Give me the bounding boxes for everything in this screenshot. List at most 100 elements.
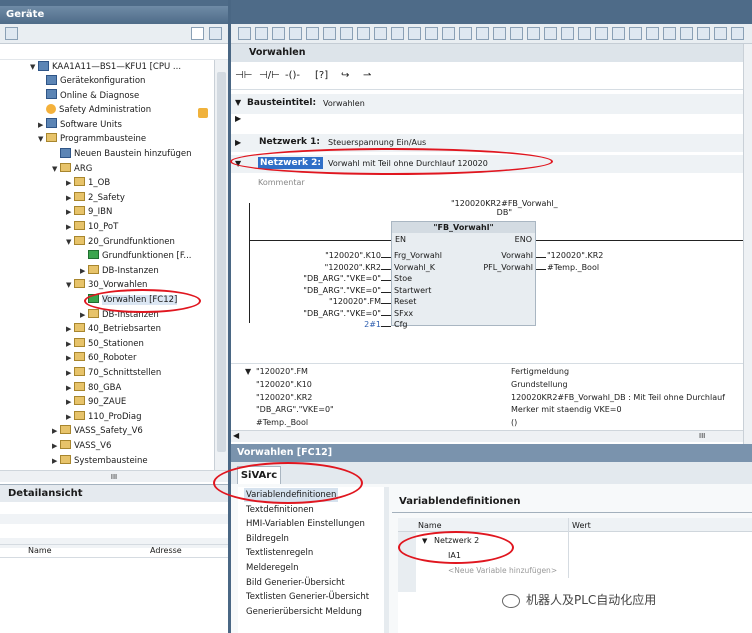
input-operand[interactable]: "120020".K10 bbox=[325, 251, 381, 260]
toolbar-icon[interactable] bbox=[391, 27, 404, 40]
add-variable[interactable]: <Neue Variable hinzufügen> bbox=[448, 566, 557, 575]
expand-n1-icon[interactable]: ▶ bbox=[235, 138, 241, 147]
col-name[interactable]: Name bbox=[28, 546, 52, 555]
expand-arrow-icon[interactable]: ▶ bbox=[52, 424, 60, 438]
toolbar-icon[interactable] bbox=[238, 27, 251, 40]
toolbar-icon[interactable] bbox=[442, 27, 455, 40]
tree-item[interactable]: ▶ VASS_V6 bbox=[52, 439, 111, 453]
toolbar-icon[interactable] bbox=[680, 27, 693, 40]
device-icon[interactable] bbox=[5, 27, 18, 40]
tree-item[interactable]: ▼ Programmbausteine bbox=[38, 132, 146, 146]
toolbar-icon[interactable] bbox=[510, 27, 523, 40]
toolbar-icon[interactable] bbox=[459, 27, 472, 40]
toolbar-icon[interactable] bbox=[731, 27, 744, 40]
expand-arrow-icon[interactable]: ▶ bbox=[66, 381, 74, 395]
toolbar-icon[interactable] bbox=[306, 27, 319, 40]
toolbar-icon[interactable] bbox=[595, 27, 608, 40]
input-operand[interactable]: "DB_ARG"."VKE=0" bbox=[303, 274, 381, 283]
sivarc-list-item[interactable]: Melderegeln bbox=[244, 561, 300, 575]
tree-item[interactable]: ▶ 110_ProDiag bbox=[66, 410, 141, 424]
toolbar-icon[interactable] bbox=[714, 27, 727, 40]
expand-arrow-icon[interactable]: ▶ bbox=[38, 118, 46, 132]
tree-item[interactable]: ▶ 2_Safety bbox=[66, 191, 125, 205]
expand-arrow-icon[interactable]: ▶ bbox=[66, 205, 74, 219]
block-title[interactable]: Vorwahlen bbox=[323, 99, 365, 108]
toolbar-icon[interactable] bbox=[646, 27, 659, 40]
box-icon[interactable]: [?] bbox=[315, 70, 328, 81]
expand-arrow-icon[interactable]: ▶ bbox=[66, 220, 74, 234]
sivarc-list-item[interactable]: Generierübersicht Meldung bbox=[244, 605, 364, 619]
toolbar-icon[interactable] bbox=[561, 27, 574, 40]
tree-item[interactable]: ▶ 9_IBN bbox=[66, 205, 112, 219]
toolbar-icon[interactable] bbox=[612, 27, 625, 40]
tree-item[interactable]: Online & Diagnose bbox=[38, 89, 139, 103]
expand-arrow-icon[interactable]: ▶ bbox=[52, 454, 60, 468]
toolbar-icon[interactable] bbox=[629, 27, 642, 40]
tree-item[interactable]: Gerätekonfiguration bbox=[38, 74, 145, 88]
tree-item[interactable]: Grundfunktionen [F... bbox=[80, 249, 192, 263]
contact-no-icon[interactable]: ⊣⊢ bbox=[235, 70, 252, 81]
input-operand[interactable]: 2#1 bbox=[364, 320, 381, 329]
expand-arrow-icon[interactable]: ▶ bbox=[66, 176, 74, 190]
open-branch-icon[interactable]: ↪ bbox=[341, 70, 349, 81]
toolbar-icon[interactable] bbox=[340, 27, 353, 40]
project-node[interactable]: ▼ KAA1A11—BS1—KFU1 [CPU ... bbox=[30, 60, 181, 74]
input-operand[interactable]: "120020".KR2 bbox=[325, 263, 381, 272]
tree-item[interactable]: ▶ 40_Betriebsarten bbox=[66, 322, 161, 336]
tree-item[interactable]: ▶ 60_Roboter bbox=[66, 351, 136, 365]
tree-item[interactable]: ▶ Systembausteine bbox=[52, 454, 148, 468]
toolbar-icon[interactable] bbox=[578, 27, 591, 40]
expand-arrow-icon[interactable]: ▶ bbox=[66, 366, 74, 380]
toolbar-icon[interactable] bbox=[527, 27, 540, 40]
toolbar-icon[interactable] bbox=[272, 27, 285, 40]
sivarc-list-item[interactable]: Bildregeln bbox=[244, 532, 291, 546]
tree-item[interactable]: ▼ ARG bbox=[52, 162, 92, 176]
expand-arrow-icon[interactable]: ▼ bbox=[66, 235, 74, 249]
output-operand[interactable]: "120020".KR2 bbox=[547, 251, 603, 260]
close-branch-icon[interactable]: ⇀ bbox=[363, 70, 371, 81]
toolbar-icon[interactable] bbox=[476, 27, 489, 40]
sivarc-list-item[interactable]: Bild Generier-Übersicht bbox=[244, 576, 347, 590]
toolbar-icon[interactable] bbox=[425, 27, 438, 40]
collapse-icon[interactable]: ▼ bbox=[235, 98, 241, 107]
tree-item[interactable]: Safety Administration bbox=[38, 103, 151, 117]
expand-arrow-icon[interactable]: ▶ bbox=[66, 395, 74, 409]
sivarc-list-item[interactable]: Textdefinitionen bbox=[244, 503, 316, 517]
export-icon[interactable] bbox=[209, 27, 222, 40]
tree-item[interactable]: ▶ 1_OB bbox=[66, 176, 110, 190]
sivarc-list-item[interactable]: Textlisten Generier-Übersicht bbox=[244, 590, 371, 604]
tree-item[interactable]: ▶ DB-Instanzen bbox=[80, 264, 159, 278]
editor-hscroll[interactable]: ◀ III bbox=[231, 430, 743, 442]
input-operand[interactable]: "DB_ARG"."VKE=0" bbox=[303, 309, 381, 318]
toolbar-icon[interactable] bbox=[493, 27, 506, 40]
comment[interactable]: Kommentar bbox=[258, 178, 305, 187]
input-operand[interactable]: "DB_ARG"."VKE=0" bbox=[303, 286, 381, 295]
output-operand[interactable]: #Temp._Bool bbox=[547, 263, 599, 272]
contact-nc-icon[interactable]: ⊣/⊢ bbox=[259, 70, 280, 81]
expand-arrow-icon[interactable]: ▶ bbox=[66, 191, 74, 205]
tree-item[interactable]: ▼ 20_Grundfunktionen bbox=[66, 235, 175, 249]
toolbar-icon[interactable] bbox=[357, 27, 370, 40]
tree-scrollbar[interactable] bbox=[214, 60, 228, 470]
toolbar-icon[interactable] bbox=[544, 27, 557, 40]
network1-label[interactable]: Netzwerk 1: bbox=[259, 137, 320, 147]
tree-hscroll[interactable]: III bbox=[0, 470, 228, 482]
toolbar-icon[interactable] bbox=[408, 27, 421, 40]
expand-arrow-icon[interactable]: ▶ bbox=[80, 308, 88, 322]
sivarc-list-item[interactable]: Textlistenregeln bbox=[244, 546, 315, 560]
view-icon[interactable] bbox=[191, 27, 204, 40]
col-address[interactable]: Adresse bbox=[150, 546, 182, 555]
toolbar-icon[interactable] bbox=[374, 27, 387, 40]
coil-icon[interactable]: -()- bbox=[285, 70, 300, 81]
toolbar-icon[interactable] bbox=[697, 27, 710, 40]
tree-item[interactable]: ▶ Software Units bbox=[38, 118, 122, 132]
expand-arrow-icon[interactable]: ▶ bbox=[66, 410, 74, 424]
collapse-vars-icon[interactable]: ▼ bbox=[245, 366, 251, 378]
expand-arrow-icon[interactable]: ▼ bbox=[52, 162, 60, 176]
tree-item[interactable]: ▶ 50_Stationen bbox=[66, 337, 144, 351]
expand-arrow-icon[interactable]: ▶ bbox=[66, 351, 74, 365]
expand-arrow-icon[interactable]: ▶ bbox=[80, 264, 88, 278]
toolbar-icon[interactable] bbox=[255, 27, 268, 40]
sivarc-list-item[interactable]: HMI-Variablen Einstellungen bbox=[244, 517, 367, 531]
tree-item[interactable]: ▶ 70_Schnittstellen bbox=[66, 366, 161, 380]
